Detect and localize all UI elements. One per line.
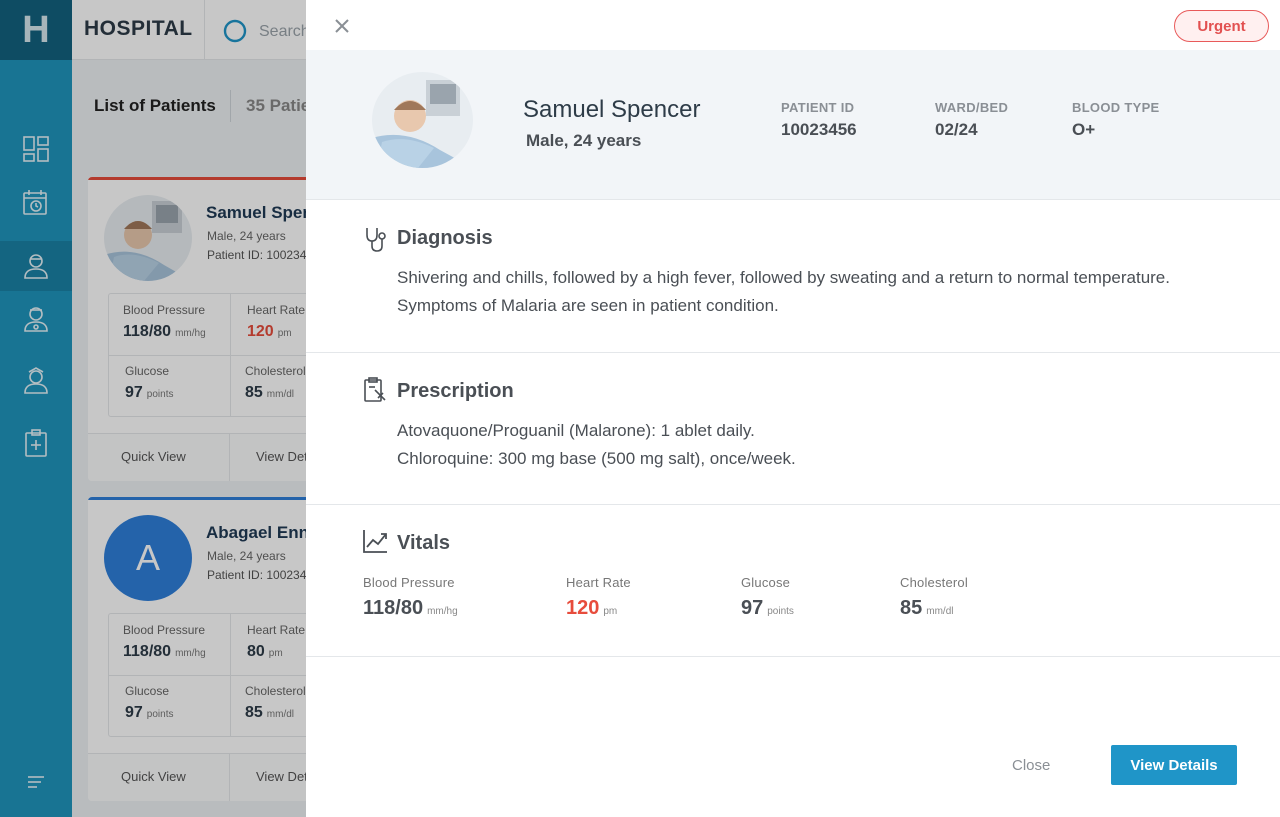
close-button[interactable]: Close [1012,757,1050,774]
section-title: Vitals [397,532,450,554]
section-title: Diagnosis [397,227,493,249]
blood-type-field: BLOOD TYPE O+ [1072,100,1160,139]
diagnosis-text: Shivering and chills, followed by a high… [397,268,1170,315]
patient-id-field: PATIENT ID 10023456 [781,100,857,139]
prescription-section: Prescription Atovaquone/Proguanil (Malar… [306,353,1280,505]
diagnosis-section: Diagnosis Shivering and chills, followed… [306,200,1280,353]
heart-rate: Heart Rate 120 pm [566,575,631,619]
chart-line-icon [363,530,387,553]
avatar [372,72,473,168]
ward-bed-field: WARD/BED 02/24 [935,100,1009,139]
section-title: Prescription [397,380,514,402]
close-icon[interactable] [332,16,352,36]
stethoscope-icon [366,228,386,252]
patient-name: Samuel Spencer [523,96,701,123]
glucose: Glucose 97 points [741,575,794,619]
prescription-clipboard-icon [364,377,386,402]
prescription-text: Atovaquone/Proguanil (Malarone): 1 ablet… [397,421,796,468]
patient-gender-age: Male, 24 years [526,131,642,150]
urgent-badge: Urgent [1174,10,1269,42]
blood-pressure: Blood Pressure 118/80 mm/hg [363,575,458,619]
view-details-button[interactable]: View Details [1111,745,1237,785]
patient-header: Samuel Spencer Male, 24 years PATIENT ID… [306,50,1280,200]
cholesterol: Cholesterol 85 mm/dl [900,575,968,619]
patient-detail-drawer: Urgent Samuel Spencer Male, 24 years PAT… [306,0,1280,817]
